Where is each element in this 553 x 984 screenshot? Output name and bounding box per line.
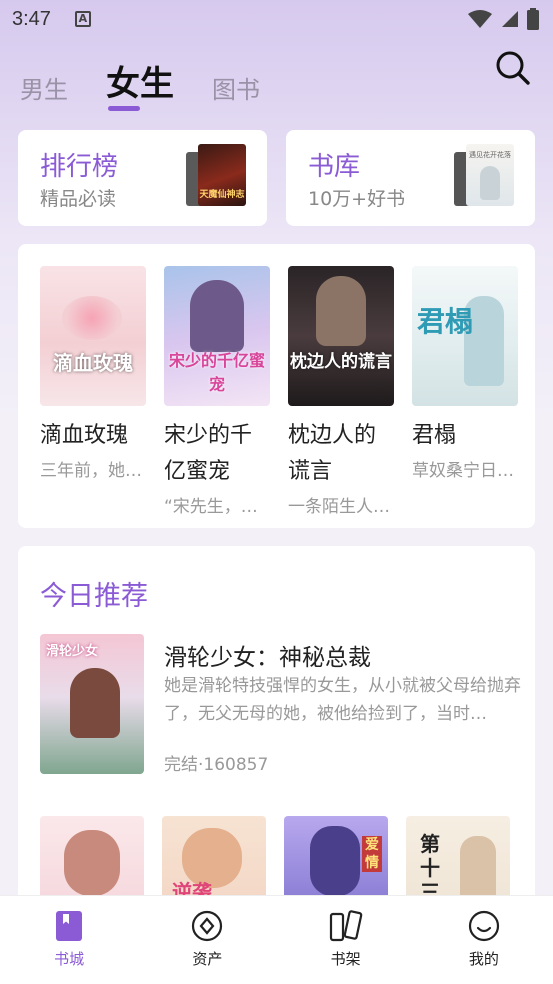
- nav-assets[interactable]: 资产: [162, 910, 252, 969]
- book-description: “宋先生，…: [164, 497, 258, 517]
- cover-title: 第十三: [420, 832, 440, 904]
- recommendation-card: 今日推荐 滑轮少女 滑轮少女：神秘总裁 她是滑轮特技强悍的女生，从小就被父母给抛…: [18, 546, 535, 956]
- book-description: 三年前，她…: [40, 461, 142, 481]
- bottom-navigation: 书城 资产 书架 我的: [0, 895, 553, 984]
- book-item[interactable]: 枕边人的谎言 枕边人的谎言 一条陌生人…: [288, 266, 394, 517]
- book-cover: 宋少的千亿蜜宠: [164, 266, 270, 406]
- book-title: 宋少的千亿蜜宠: [164, 423, 253, 484]
- assets-icon: [192, 910, 223, 942]
- book-item[interactable]: 滴血玫瑰 滴血玫瑰 三年前，她…: [40, 266, 146, 517]
- library-title: 书库: [308, 152, 361, 182]
- notification-icon: A: [74, 11, 91, 27]
- nav-profile[interactable]: 我的: [439, 910, 529, 969]
- library-subtitle: 10万+好书: [308, 188, 406, 210]
- library-cover-figure: [480, 166, 500, 200]
- status-icons: [467, 8, 539, 30]
- cover-title: 爱情: [362, 836, 382, 872]
- tab-male[interactable]: 男生: [20, 70, 68, 105]
- cover-couple-art: [64, 830, 120, 896]
- recommended-cover-title: 滑轮少女: [46, 644, 99, 659]
- recommended-book-cover[interactable]: 滑轮少女: [40, 634, 144, 774]
- ranking-title: 排行榜: [40, 152, 119, 182]
- section-title: 今日推荐: [40, 581, 148, 612]
- library-cover-text: 遇见花开花落: [469, 151, 511, 159]
- book-cover-title: 枕边人的谎言: [290, 352, 392, 373]
- book-cover-title: 宋少的千亿蜜宠: [168, 351, 265, 395]
- book-description: 一条陌生人…: [288, 497, 390, 517]
- book-cover-title: 滴血玫瑰: [53, 351, 133, 376]
- cover-art: [310, 826, 360, 896]
- bookshelf-icon: [329, 910, 362, 942]
- category-tabs: 男生 女生 图书: [20, 55, 298, 111]
- nav-label: 我的: [468, 950, 499, 968]
- book-cover: 君榻: [412, 266, 518, 406]
- ranking-cover-text: 天魔仙神志: [199, 190, 245, 200]
- tab-books[interactable]: 图书: [212, 70, 260, 105]
- ranking-book-cover: 天魔仙神志: [198, 144, 246, 206]
- popular-books-card: 滴血玫瑰 滴血玫瑰 三年前，她… 宋少的千亿蜜宠 宋少的千亿蜜宠 “宋先生，… …: [18, 244, 535, 528]
- signal-icon: [502, 11, 518, 27]
- nav-bookstore[interactable]: 书城: [24, 910, 114, 969]
- cover-man-art: [316, 276, 366, 346]
- search-icon[interactable]: [495, 50, 531, 86]
- book-title: 滴血玫瑰: [40, 423, 129, 448]
- nav-bookshelf[interactable]: 书架: [301, 910, 391, 969]
- book-cover: 枕边人的谎言: [288, 266, 394, 406]
- ranking-subtitle: 精品必读: [40, 188, 117, 210]
- nav-label: 资产: [192, 950, 223, 968]
- profile-icon: [468, 910, 499, 942]
- book-item[interactable]: 君榻 君榻 草奴桑宁日…: [412, 266, 518, 517]
- recommended-book-title[interactable]: 滑轮少女：神秘总裁: [164, 638, 371, 672]
- wifi-icon: [468, 10, 492, 28]
- book-description: 草奴桑宁日…: [412, 461, 514, 481]
- status-time: 3:47: [12, 7, 51, 30]
- popular-books-grid: 滴血玫瑰 滴血玫瑰 三年前，她… 宋少的千亿蜜宠 宋少的千亿蜜宠 “宋先生，… …: [40, 266, 518, 517]
- ranking-card[interactable]: 排行榜 精品必读 天魔仙神志: [18, 130, 267, 226]
- cover-couple-art: [70, 668, 120, 738]
- cover-couple-art: [190, 280, 244, 352]
- recommended-book-meta: 完结·160857: [164, 755, 269, 775]
- book-title: 君榻: [412, 423, 457, 448]
- nav-label: 书城: [54, 950, 85, 968]
- nav-label: 书架: [330, 950, 361, 968]
- battery-icon: [527, 8, 539, 30]
- book-cover: 滴血玫瑰: [40, 266, 146, 406]
- book-item[interactable]: 宋少的千亿蜜宠 宋少的千亿蜜宠 “宋先生，…: [164, 266, 270, 517]
- tab-female[interactable]: 女生: [106, 56, 174, 111]
- book-title: 枕边人的谎言: [288, 423, 377, 484]
- cover-flower-art: [62, 296, 122, 340]
- book-cover-title: 君榻: [416, 304, 473, 338]
- bookstore-icon: [56, 911, 83, 941]
- library-card[interactable]: 书库 10万+好书 遇见花开花落: [286, 130, 535, 226]
- library-book-cover: 遇见花开花落: [466, 144, 514, 206]
- status-bar: 3:47 A: [0, 0, 553, 38]
- recommended-book-description: 她是滑轮特技强悍的女生，从小就被父母给抛弃了，无父无母的她，被他给捡到了，当时…: [164, 676, 521, 724]
